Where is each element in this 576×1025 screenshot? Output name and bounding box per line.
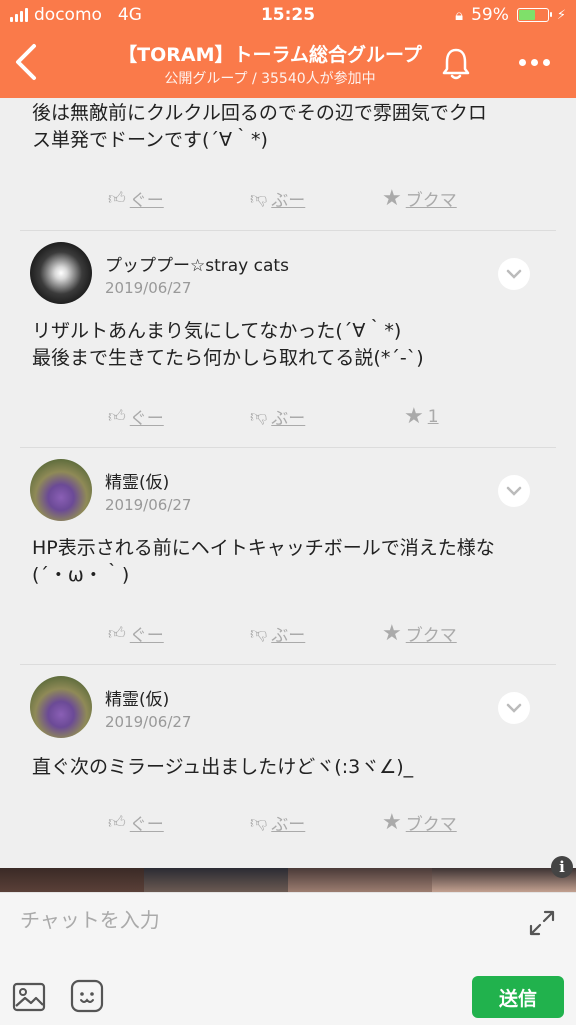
post-date: 2019/06/27 bbox=[105, 279, 192, 297]
ad-info-icon[interactable]: i bbox=[551, 856, 573, 878]
send-button[interactable]: 送信 bbox=[472, 976, 564, 1018]
sticker-icon bbox=[70, 979, 104, 1013]
ad-photo bbox=[144, 868, 288, 892]
avatar[interactable] bbox=[30, 676, 92, 738]
post-body-line: 後は無敵前にクルクル回るのでその辺で雰囲気でクロ bbox=[32, 102, 487, 124]
thumbs-up-icon: 👍︎ bbox=[108, 813, 126, 833]
post-actions: 👍︎ ぐー 👎︎ ぶー ★ ブクマ bbox=[0, 186, 576, 216]
post-author[interactable]: 精霊(仮) bbox=[105, 685, 169, 710]
dislike-label: ぶー bbox=[271, 626, 306, 646]
post-menu-button[interactable] bbox=[498, 258, 530, 290]
post-menu-button[interactable] bbox=[498, 475, 530, 507]
post-body-line: ス単発でドーンです(´∀｀*) bbox=[32, 129, 268, 151]
star-icon: ★ bbox=[382, 810, 402, 835]
status-bar: docomo 4G 15:25 🔒︎ 59% ⚡︎ bbox=[0, 0, 576, 30]
thumbs-up-icon: 👍︎ bbox=[108, 624, 126, 644]
chevron-down-icon bbox=[506, 703, 522, 713]
thumbs-down-icon: 👎︎ bbox=[250, 624, 268, 644]
thumbs-down-icon: 👎︎ bbox=[250, 813, 268, 833]
charging-icon: ⚡︎ bbox=[556, 7, 566, 23]
bell-icon bbox=[442, 48, 470, 80]
bookmark-label: ブクマ bbox=[405, 626, 457, 646]
chevron-left-icon bbox=[16, 44, 36, 80]
battery-icon bbox=[516, 8, 552, 22]
group-title: 【TORAM】トーラム総合グループ bbox=[118, 44, 422, 66]
star-icon: ★ bbox=[382, 186, 402, 211]
post-author[interactable]: 精霊(仮) bbox=[105, 468, 169, 493]
expand-icon bbox=[529, 910, 555, 936]
orientation-lock-icon: 🔒︎ bbox=[455, 6, 464, 24]
dislike-button[interactable]: 👎︎ ぶー bbox=[250, 404, 305, 429]
star-icon: ★ bbox=[404, 404, 424, 429]
post-actions: 👍︎ ぐー 👎︎ ぶー ★ ブクマ bbox=[0, 810, 576, 840]
like-button[interactable]: 👍︎ ぐー bbox=[108, 810, 164, 835]
bookmark-count: 1 bbox=[427, 406, 439, 427]
thumbs-down-icon: 👎︎ bbox=[250, 407, 268, 427]
post: プッププー☆stray cats 2019/06/27 リザルトあんまり気にして… bbox=[0, 231, 576, 448]
post-author[interactable]: プッププー☆stray cats bbox=[105, 251, 289, 276]
post-body: HP表示される前にヘイトキャッチボールで消えた様な (´・ω・｀) bbox=[32, 537, 495, 586]
dislike-label: ぶー bbox=[271, 815, 306, 835]
bookmark-label: ブクマ bbox=[405, 191, 457, 211]
bookmark-label: ブクマ bbox=[405, 815, 457, 835]
group-subtitle: 公開グループ / 35540人が参加中 bbox=[164, 71, 376, 87]
bookmark-button[interactable]: ★ 1 bbox=[404, 404, 439, 429]
image-button[interactable] bbox=[12, 981, 46, 1013]
thumbs-up-icon: 👍︎ bbox=[108, 189, 126, 209]
post: 精霊(仮) 2019/06/27 直ぐ次のミラージュ出ましたけどヾ(:3ヾ∠)_… bbox=[0, 665, 576, 868]
image-icon bbox=[12, 982, 46, 1012]
ad-photo bbox=[0, 868, 144, 892]
like-button[interactable]: 👍︎ ぐー bbox=[108, 621, 164, 646]
bookmark-button[interactable]: ★ ブクマ bbox=[382, 810, 457, 835]
post-menu-button[interactable] bbox=[498, 692, 530, 724]
thumbs-up-icon: 👍︎ bbox=[108, 407, 126, 427]
post: 精霊(仮) 2019/06/27 HP表示される前にヘイトキャッチボールで消えた… bbox=[0, 448, 576, 665]
chevron-down-icon bbox=[506, 269, 522, 279]
chat-input-bar: 送信 bbox=[0, 892, 576, 1025]
like-button[interactable]: 👍︎ ぐー bbox=[108, 186, 164, 211]
post-date: 2019/06/27 bbox=[105, 496, 192, 514]
post-actions: 👍︎ ぐー 👎︎ ぶー ★ 1 bbox=[0, 404, 576, 434]
like-button[interactable]: 👍︎ ぐー bbox=[108, 404, 164, 429]
bookmark-button[interactable]: ★ ブクマ bbox=[382, 186, 457, 211]
avatar[interactable] bbox=[30, 242, 92, 304]
dislike-label: ぶー bbox=[271, 191, 306, 211]
sticker-button[interactable] bbox=[70, 979, 104, 1013]
avatar[interactable] bbox=[30, 459, 92, 521]
bookmark-button[interactable]: ★ ブクマ bbox=[382, 621, 457, 646]
like-label: ぐー bbox=[129, 815, 164, 835]
post-body: 後は無敵前にクルクル回るのでその辺で雰囲気でクロ ス単発でドーンです(´∀｀*) bbox=[32, 100, 552, 154]
thumbs-down-icon: 👎︎ bbox=[250, 189, 268, 209]
notification-button[interactable] bbox=[436, 44, 476, 84]
post-actions: 👍︎ ぐー 👎︎ ぶー ★ ブクマ bbox=[0, 621, 576, 651]
chevron-down-icon bbox=[506, 486, 522, 496]
like-label: ぐー bbox=[129, 409, 164, 429]
navigation-bar: 【TORAM】トーラム総合グループ 公開グループ / 35540人が参加中 bbox=[0, 30, 576, 98]
post-body: リザルトあんまり気にしてなかった(´∀｀*) 最後まで生きてたら何かしら取れてる… bbox=[32, 320, 424, 369]
post-partial: 後は無敵前にクルクル回るのでその辺で雰囲気でクロ ス単発でドーンです(´∀｀*) … bbox=[0, 98, 576, 231]
ad-photo bbox=[288, 868, 432, 892]
post-date: 2019/06/27 bbox=[105, 713, 192, 731]
thread-feed[interactable]: 後は無敵前にクルクル回るのでその辺で雰囲気でクロ ス単発でドーンです(´∀｀*) … bbox=[0, 98, 576, 868]
dislike-button[interactable]: 👎︎ ぶー bbox=[250, 810, 305, 835]
like-label: ぐー bbox=[129, 191, 164, 211]
battery-percent: 59% bbox=[471, 5, 509, 25]
ad-banner[interactable] bbox=[0, 868, 576, 892]
star-icon: ★ bbox=[382, 621, 402, 646]
back-button[interactable] bbox=[10, 40, 50, 84]
more-menu-button[interactable] bbox=[512, 50, 556, 74]
like-label: ぐー bbox=[129, 626, 164, 646]
dislike-label: ぶー bbox=[271, 409, 306, 429]
status-right: 🔒︎ 59% ⚡︎ bbox=[455, 5, 566, 25]
expand-button[interactable] bbox=[526, 907, 558, 939]
chat-input[interactable] bbox=[0, 893, 510, 947]
dislike-button[interactable]: 👎︎ ぶー bbox=[250, 621, 305, 646]
post-body: 直ぐ次のミラージュ出ましたけどヾ(:3ヾ∠)_ bbox=[32, 756, 414, 778]
dislike-button[interactable]: 👎︎ ぶー bbox=[250, 186, 305, 211]
